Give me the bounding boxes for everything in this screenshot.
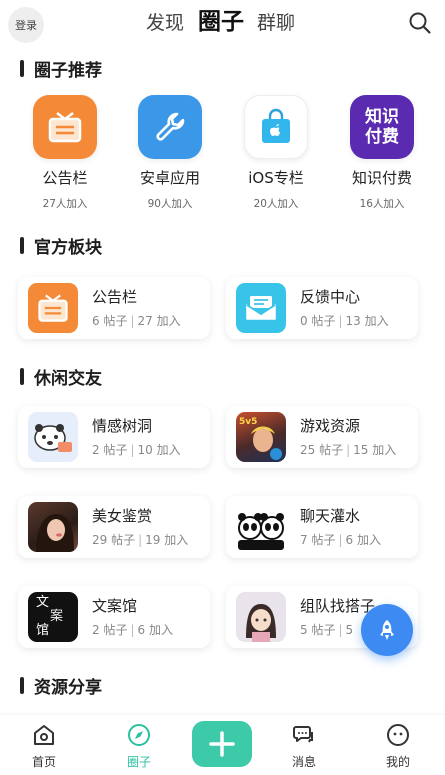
card-title: 情感树洞 [92, 417, 153, 435]
plus-icon [209, 731, 235, 757]
compass-icon [128, 724, 150, 746]
svg-text:5v5: 5v5 [239, 417, 257, 427]
section-title-casual: 休闲交友 [20, 365, 102, 389]
post-count: 25 帖子 [300, 443, 344, 457]
paid-knowledge-icon: 知识 付费 [350, 95, 414, 159]
recommend-item-count: 20人加入 [253, 198, 299, 210]
post-count: 2 帖子 [92, 623, 128, 637]
card-title: 组队找搭子 [300, 597, 376, 615]
bottom-nav: 首页 圈子 消息 我的 [0, 715, 445, 775]
tab-group-chat[interactable]: 群聊 [257, 10, 295, 36]
section-title-official-text: 官方板块 [34, 237, 102, 258]
join-count: 6 加入 [137, 623, 173, 637]
card-title: 公告栏 [92, 288, 138, 306]
nav-home[interactable]: 首页 [14, 723, 74, 770]
apple-bag-icon [244, 95, 308, 159]
noticeboard-icon [33, 95, 97, 159]
post-count: 7 帖子 [300, 533, 336, 547]
join-count: 27 加入 [137, 314, 181, 328]
join-count: 5 [345, 623, 354, 637]
portrait-image [28, 502, 78, 552]
home-icon [34, 725, 54, 745]
section-title-resources-text: 资源分享 [34, 677, 102, 698]
card-stats: 25 帖子 | 15 加入 [300, 443, 397, 457]
section-title-recommend-text: 圈子推荐 [34, 60, 102, 81]
card-stats: 7 帖子 | 6 加入 [300, 533, 381, 547]
recommend-item-paid-knowledge[interactable]: 知识 付费 知识付费 16人加入 [336, 95, 428, 211]
envelope-icon [236, 283, 286, 333]
join-count: 15 加入 [353, 443, 397, 457]
join-count: 6 加入 [345, 533, 381, 547]
recommend-item-count: 27人加入 [42, 198, 88, 210]
card-game-resources[interactable]: 5v5 游戏资源 25 帖子 | 15 加入 [226, 406, 418, 468]
wrench-icon [138, 95, 202, 159]
card-beauty-appreciation[interactable]: 美女鉴赏 29 帖子 | 19 加入 [18, 496, 210, 558]
recommend-item-label: 安卓应用 [139, 169, 200, 187]
recommend-item-noticeboard[interactable]: 公告栏 27人加入 [19, 95, 111, 211]
profile-face-icon [387, 724, 409, 746]
post-count: 6 帖子 [92, 314, 128, 328]
card-title: 文案馆 [92, 597, 138, 615]
post-count: 0 帖子 [300, 314, 336, 328]
nav-circle-label: 圈子 [126, 755, 151, 769]
tab-discover[interactable]: 发现 [146, 10, 184, 36]
nav-messages-label: 消息 [291, 755, 316, 769]
panda-pair-icon [236, 502, 286, 552]
recommend-item-label: 公告栏 [42, 169, 88, 187]
card-stats: 5 帖子 | 5 [300, 623, 354, 637]
post-count: 5 帖子 [300, 623, 336, 637]
rocket-fab-button[interactable] [361, 604, 413, 656]
recommend-item-label: 知识付费 [351, 169, 412, 187]
chat-bubbles-icon [293, 726, 313, 743]
cartoon-girl-image [236, 592, 286, 642]
nav-circle[interactable]: 圈子 [109, 723, 169, 770]
nav-profile[interactable]: 我的 [368, 723, 428, 770]
recommend-item-android[interactable]: 安卓应用 90人加入 [124, 95, 216, 211]
post-count: 29 帖子 [92, 533, 136, 547]
section-title-casual-text: 休闲交友 [34, 368, 102, 389]
card-title: 反馈中心 [300, 288, 361, 306]
login-button[interactable]: 登录 [8, 7, 44, 43]
card-title: 美女鉴赏 [92, 507, 153, 525]
card-stats: 6 帖子 | 27 加入 [92, 314, 181, 328]
join-count: 19 加入 [145, 533, 189, 547]
join-count: 13 加入 [345, 314, 389, 328]
card-title: 聊天灌水 [300, 507, 361, 525]
card-title: 游戏资源 [300, 417, 361, 435]
card-stats: 2 帖子 | 6 加入 [92, 623, 173, 637]
add-post-button[interactable] [192, 721, 252, 767]
recommend-item-count: 90人加入 [147, 198, 193, 210]
nav-home-label: 首页 [31, 755, 56, 769]
join-count: 10 加入 [137, 443, 181, 457]
recommend-item-label: iOS专栏 [248, 169, 304, 187]
post-count: 2 帖子 [92, 443, 128, 457]
section-title-official: 官方板块 [20, 234, 102, 258]
card-noticeboard[interactable]: 公告栏 6 帖子 | 27 加入 [18, 277, 210, 339]
nav-profile-label: 我的 [385, 755, 410, 769]
card-chat-water[interactable]: 聊天灌水 7 帖子 | 6 加入 [226, 496, 418, 558]
recommend-item-ios[interactable]: iOS专栏 20人加入 [230, 95, 322, 211]
card-feedback-center[interactable]: 反馈中心 0 帖子 | 13 加入 [226, 277, 418, 339]
section-title-resources: 资源分享 [20, 674, 102, 698]
game-hero-image: 5v5 [236, 412, 286, 462]
card-copywriting-hall[interactable]: 文案馆 文案馆 2 帖子 | 6 加入 [18, 586, 210, 648]
rocket-icon [380, 620, 394, 640]
card-emotion-treehole[interactable]: 情感树洞 2 帖子 | 10 加入 [18, 406, 210, 468]
recommend-item-count: 16人加入 [359, 198, 405, 210]
nav-messages[interactable]: 消息 [274, 723, 334, 770]
calligraphy-image: 文案馆 [28, 592, 78, 642]
card-stats: 2 帖子 | 10 加入 [92, 443, 181, 457]
search-icon[interactable] [408, 11, 432, 35]
tab-circle[interactable]: 圈子 [198, 7, 244, 37]
section-title-recommend: 圈子推荐 [20, 57, 102, 81]
panda-sticker-icon [28, 412, 78, 462]
card-stats: 29 帖子 | 19 加入 [92, 533, 189, 547]
card-stats: 0 帖子 | 13 加入 [300, 314, 389, 328]
noticeboard-icon [28, 283, 78, 333]
